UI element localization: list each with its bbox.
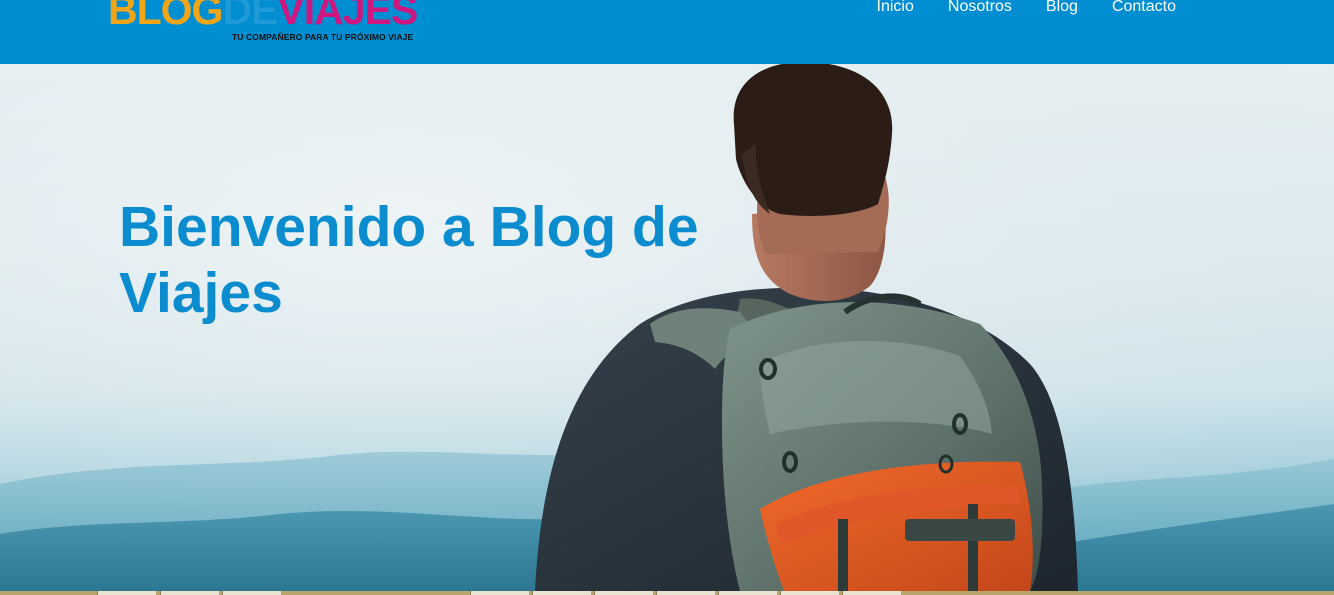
bottom-strip-tab <box>222 591 281 595</box>
logo-de: DE <box>222 0 278 33</box>
logo-wordmark: BLOGDEVIAJES <box>108 0 418 33</box>
nav-item: Blog <box>1012 0 1078 18</box>
nav-item: Inicio <box>843 0 914 18</box>
bottom-strip-tab <box>842 591 901 595</box>
bottom-strip-tab <box>160 591 219 595</box>
nav-link-contacto[interactable]: Contacto <box>1078 0 1176 18</box>
nav-link-inicio[interactable]: Inicio <box>843 0 914 18</box>
bottom-strip <box>0 591 1334 595</box>
hero-section: Bienvenido a Blog de Viajes <box>0 64 1334 591</box>
hero-title: Bienvenido a Blog de Viajes <box>119 195 699 325</box>
site-logo[interactable]: BLOGDEVIAJES TU COMPAÑERO PARA TU PRÓXIM… <box>108 0 448 48</box>
bottom-strip-tab <box>532 591 591 595</box>
bottom-strip-tab <box>656 591 715 595</box>
nav-item: Contacto <box>1078 0 1176 18</box>
bottom-strip-tab <box>718 591 777 595</box>
bottom-strip-tab <box>594 591 653 595</box>
nav-item: Nosotros <box>914 0 1012 18</box>
bottom-strip-tab <box>470 591 529 595</box>
page: BLOGDEVIAJES TU COMPAÑERO PARA TU PRÓXIM… <box>0 0 1334 595</box>
logo-blog: BLOG <box>108 0 223 33</box>
nav-link-blog[interactable]: Blog <box>1012 0 1078 18</box>
bottom-strip-tab <box>97 591 156 595</box>
logo-viajes: VIAJES <box>277 0 418 33</box>
logo-tagline: TU COMPAÑERO PARA TU PRÓXIMO VIAJE <box>232 32 414 42</box>
site-header: BLOGDEVIAJES TU COMPAÑERO PARA TU PRÓXIM… <box>0 0 1334 64</box>
nav-link-nosotros[interactable]: Nosotros <box>914 0 1012 18</box>
bottom-strip-tab <box>780 591 839 595</box>
nav-list: Inicio Nosotros Blog Contacto <box>843 0 1176 18</box>
hero-image <box>0 64 1334 591</box>
